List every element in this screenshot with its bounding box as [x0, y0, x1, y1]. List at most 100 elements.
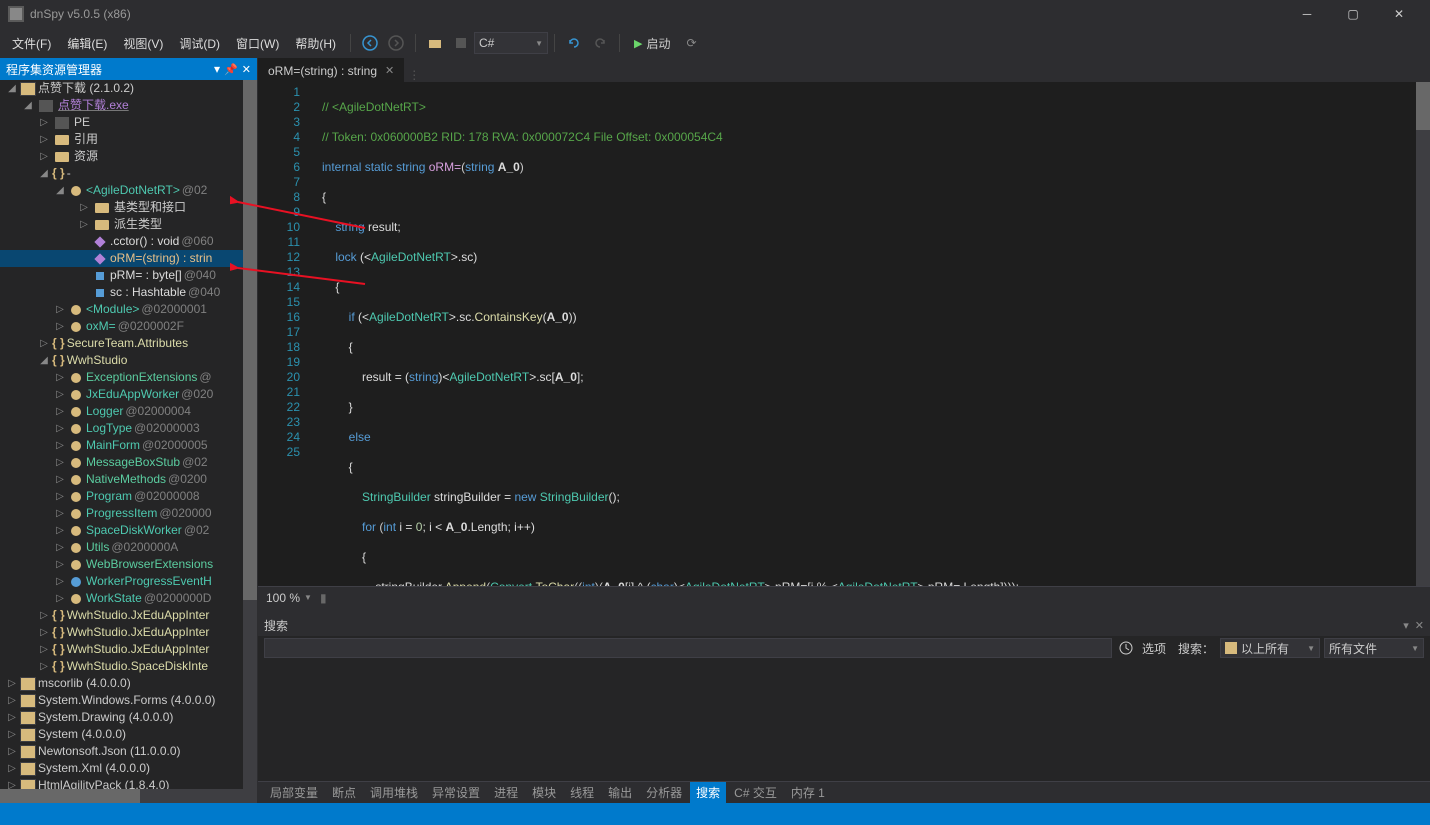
tree-winforms[interactable]: System.Windows.Forms (4.0.0.0) — [38, 692, 215, 709]
tree-wwh2[interactable]: WwhStudio.JxEduAppInter — [67, 624, 210, 641]
tree-derived[interactable]: 派生类型 — [114, 216, 162, 233]
tree-wwh1[interactable]: WwhStudio.JxEduAppInter — [67, 607, 210, 624]
tab-output[interactable]: 输出 — [602, 782, 638, 803]
tree-sysxml[interactable]: System.Xml (4.0.0.0) — [38, 760, 150, 777]
search-scope-combo[interactable]: 所有文件▼ — [1324, 638, 1424, 658]
assembly-tree[interactable]: ◢点赞下载 (2.1.0.2) ◢点赞下载.exe ▷PE ▷引用 ▷资源 ◢{… — [0, 80, 257, 803]
menu-help[interactable]: 帮助(H) — [287, 31, 344, 56]
tree-drawing[interactable]: System.Drawing (4.0.0.0) — [38, 709, 173, 726]
tree-worker[interactable]: WorkerProgressEventH — [86, 573, 212, 590]
open-button[interactable] — [423, 31, 447, 55]
panel-dropdown-icon[interactable]: ▾ — [1403, 620, 1409, 632]
assembly-icon — [20, 694, 36, 708]
tab-locals[interactable]: 局部变量 — [264, 782, 324, 803]
tab-breakpoints[interactable]: 断点 — [326, 782, 362, 803]
search-input[interactable] — [264, 638, 1112, 658]
chevron-down-icon[interactable]: ▼ — [304, 593, 312, 602]
tree-module[interactable]: <Module> — [86, 301, 139, 318]
tree-oxm[interactable]: oxM= — [86, 318, 116, 335]
tab-csharp[interactable]: C# 交互 — [728, 782, 783, 803]
menu-window[interactable]: 窗口(W) — [228, 31, 287, 56]
class-icon — [71, 305, 81, 315]
tree-cctor[interactable]: .cctor() : void — [110, 233, 179, 250]
tab-analyzer[interactable]: 分析器 — [640, 782, 688, 803]
minimize-button[interactable]: ─ — [1284, 0, 1330, 28]
namespace-icon: { } — [52, 607, 65, 624]
tree-secteam[interactable]: SecureTeam.Attributes — [67, 335, 188, 352]
menu-view[interactable]: 视图(V) — [115, 31, 171, 56]
close-button[interactable]: ✕ — [1376, 0, 1422, 28]
tree-workstate[interactable]: WorkState — [86, 590, 142, 607]
class-icon — [71, 407, 81, 417]
menu-debug[interactable]: 调试(D) — [171, 31, 228, 56]
tree-exc[interactable]: ExceptionExtensions — [86, 369, 197, 386]
redo-button[interactable] — [588, 31, 612, 55]
tree-wwh4[interactable]: WwhStudio.SpaceDiskInte — [67, 658, 208, 675]
panel-dropdown-icon[interactable]: ▾ — [214, 62, 220, 76]
tree-msgbox[interactable]: MessageBoxStub — [86, 454, 180, 471]
tree-wwh[interactable]: WwhStudio — [67, 352, 128, 369]
menu-file[interactable]: 文件(F) — [4, 31, 59, 56]
tree-sc[interactable]: sc : Hashtable — [110, 284, 186, 301]
tree-webbrowser[interactable]: WebBrowserExtensions — [86, 556, 213, 573]
class-icon — [71, 424, 81, 434]
tab-process[interactable]: 进程 — [488, 782, 524, 803]
tab-split-icon[interactable]: ⋮ — [404, 68, 424, 82]
folder-icon — [55, 152, 69, 162]
code-vscroll[interactable] — [1416, 82, 1430, 586]
tree-jxedu[interactable]: JxEduAppWorker — [86, 386, 179, 403]
panel-close-icon[interactable]: ✕ — [1415, 620, 1424, 632]
tree-vscroll[interactable] — [243, 80, 257, 803]
zoom-value[interactable]: 100 % — [266, 591, 300, 605]
tree-newtonsoft[interactable]: Newtonsoft.Json (11.0.0.0) — [38, 743, 181, 760]
tree-exe[interactable]: 点赞下载.exe — [58, 97, 129, 114]
split-handle[interactable]: ▮ — [320, 591, 327, 605]
class-icon — [71, 560, 81, 570]
tree-utils[interactable]: Utils — [86, 539, 109, 556]
stop-button[interactable]: ⟳ — [679, 31, 703, 55]
tab-excset[interactable]: 异常设置 — [426, 782, 486, 803]
tree-mainform[interactable]: MainForm — [86, 437, 140, 454]
tree-mscorlib[interactable]: mscorlib (4.0.0.0) — [38, 675, 131, 692]
pe-icon — [55, 117, 69, 129]
pin-icon[interactable]: 📌 — [224, 63, 238, 76]
nav-forward-button[interactable] — [384, 31, 408, 55]
tree-base[interactable]: 基类型和接口 — [114, 199, 186, 216]
undo-button[interactable] — [562, 31, 586, 55]
language-combo[interactable]: C#▼ — [474, 32, 548, 54]
save-button[interactable] — [449, 31, 473, 55]
search-type-combo[interactable]: 以上所有▼ — [1220, 638, 1320, 658]
tree-hscroll[interactable] — [0, 789, 243, 803]
tab-orm[interactable]: oRM=(string) : string ✕ — [258, 58, 404, 82]
tab-search[interactable]: 搜索 — [690, 782, 726, 803]
start-debug-button[interactable]: ▶启动 — [626, 31, 678, 55]
tree-wwh3[interactable]: WwhStudio.JxEduAppInter — [67, 641, 210, 658]
options-icon[interactable] — [1116, 638, 1136, 658]
nav-back-button[interactable] — [358, 31, 382, 55]
code-content[interactable]: // <AgileDotNetRT> // Token: 0x060000B2 … — [316, 82, 1430, 586]
tab-modules[interactable]: 模块 — [526, 782, 562, 803]
tree-agile[interactable]: <AgileDotNetRT> — [86, 182, 180, 199]
tree-prm[interactable]: pRM= : byte[] — [110, 267, 182, 284]
tree-res[interactable]: 资源 — [74, 148, 98, 165]
tree-logtype[interactable]: LogType — [86, 420, 132, 437]
tab-mem[interactable]: 内存 1 — [785, 782, 831, 803]
tree-root[interactable]: 点赞下载 (2.1.0.2) — [38, 80, 134, 97]
tree-system[interactable]: System (4.0.0.0) — [38, 726, 126, 743]
tab-close-icon[interactable]: ✕ — [385, 64, 394, 77]
tab-threads[interactable]: 线程 — [564, 782, 600, 803]
code-editor[interactable]: 1234567891011121314151617181920212223242… — [258, 82, 1430, 586]
tree-spacedisk[interactable]: SpaceDiskWorker — [86, 522, 182, 539]
tree-native[interactable]: NativeMethods — [86, 471, 166, 488]
panel-close-icon[interactable]: ✕ — [242, 63, 251, 76]
tree-logger[interactable]: Logger — [86, 403, 123, 420]
tree-orm[interactable]: oRM=(string) : strin — [110, 250, 212, 267]
tree-refs[interactable]: 引用 — [74, 131, 98, 148]
folder-icon — [55, 135, 69, 145]
tab-callstack[interactable]: 调用堆栈 — [364, 782, 424, 803]
maximize-button[interactable]: ▢ — [1330, 0, 1376, 28]
menu-edit[interactable]: 编辑(E) — [59, 31, 115, 56]
tree-progitem[interactable]: ProgressItem — [86, 505, 157, 522]
tree-pe[interactable]: PE — [74, 114, 90, 131]
tree-program[interactable]: Program — [86, 488, 132, 505]
